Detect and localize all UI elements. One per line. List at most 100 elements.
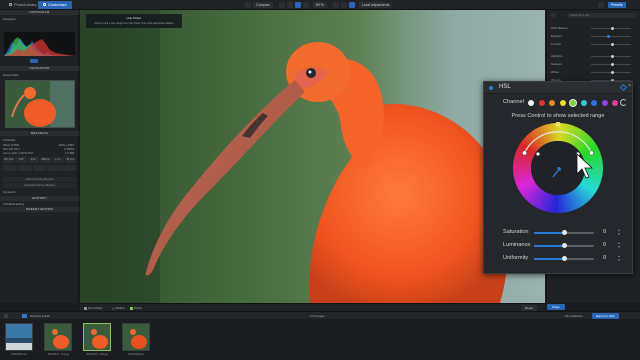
mask-icon[interactable]: [349, 2, 355, 8]
right-row-3[interactable]: Highlights: [551, 54, 637, 59]
thumbnail[interactable]: [5, 323, 33, 351]
channel-swatch[interactable]: [570, 100, 576, 106]
eye-icon[interactable]: [341, 2, 347, 8]
slider[interactable]: [591, 63, 631, 66]
slider-track[interactable]: [534, 230, 594, 235]
pin-icon[interactable]: [619, 83, 628, 92]
slider-knob[interactable]: [611, 43, 614, 46]
grid-view-icon[interactable]: [4, 314, 8, 318]
channel-swatch[interactable]: [612, 100, 618, 106]
star-icon[interactable]: [17, 165, 32, 171]
slider-value[interactable]: 0: [603, 242, 606, 248]
image-viewer[interactable]: Hue Picker Click to pick a hue range fro…: [80, 10, 545, 303]
tooltip-body: Click to pick a hue range from the photo…: [94, 21, 174, 25]
hsl-header[interactable]: HSL ×: [484, 82, 632, 94]
slider-knob[interactable]: [607, 35, 610, 38]
toggle-icon[interactable]: [489, 86, 493, 90]
zoom-select[interactable]: 60 %: [313, 2, 327, 8]
crop-icon[interactable]: [303, 2, 309, 8]
histogram-mode-button[interactable]: [30, 59, 38, 63]
color-label-icon[interactable]: [62, 165, 76, 171]
channel-swatch[interactable]: [591, 100, 597, 106]
star-icon[interactable]: [32, 165, 47, 171]
rotate-right-icon[interactable]: [287, 2, 293, 8]
grid-icon[interactable]: [333, 2, 339, 8]
slider[interactable]: [591, 43, 631, 46]
copyright-field[interactable]: Copyright Anthony Mcguire: [3, 183, 76, 188]
slider-knob[interactable]: [561, 230, 567, 235]
tool-search-input[interactable]: Search for a tool: [567, 13, 637, 18]
fit-icon[interactable]: [295, 2, 301, 8]
rotate-left-icon[interactable]: [279, 2, 285, 8]
slider-knob[interactable]: [611, 27, 614, 30]
customize-icon: [43, 3, 46, 7]
hue-wheel[interactable]: [512, 122, 604, 214]
tool-icon[interactable]: [551, 13, 556, 18]
split-view-icon[interactable]: [245, 2, 251, 8]
stepper-icon[interactable]: ▲ ▼: [616, 254, 622, 262]
stepper-icon[interactable]: ▲ ▼: [616, 241, 622, 249]
navigator-header[interactable]: NAVIGATION: [0, 66, 79, 71]
histogram-header[interactable]: HISTOGRAM: [0, 10, 79, 15]
range-handle[interactable]: [522, 150, 527, 156]
slider-value[interactable]: 0: [603, 229, 606, 235]
meta-tab[interactable]: 1/15: [15, 157, 27, 163]
slider-track[interactable]: [534, 243, 594, 248]
histogram-graph: [4, 37, 75, 56]
metadata-header[interactable]: METADATA: [0, 131, 79, 136]
history-header[interactable]: HISTORY: [0, 196, 79, 201]
stepper-icon[interactable]: ▲ ▼: [616, 228, 622, 236]
right-row-5[interactable]: Whites: [551, 70, 637, 75]
slider-value[interactable]: 0: [603, 255, 606, 261]
thumbnail-selected[interactable]: [83, 323, 111, 351]
meta-tab[interactable]: f/4.0: [27, 157, 39, 163]
tab-photolibrary[interactable]: PhotoLibrary: [4, 1, 42, 9]
channel-swatch[interactable]: [601, 100, 608, 106]
channel-swatch[interactable]: [528, 100, 534, 106]
slider-knob[interactable]: [561, 243, 567, 248]
right-row-1[interactable]: Exposure: [551, 34, 637, 39]
presets-button[interactable]: Presets: [608, 2, 626, 8]
reject-icon[interactable]: [3, 165, 17, 171]
hsl-title: HSL: [499, 84, 511, 90]
channel-swatch[interactable]: [549, 100, 555, 106]
reset-icon[interactable]: [620, 99, 627, 106]
slider-knob[interactable]: [611, 55, 614, 58]
range-handle[interactable]: [536, 152, 540, 156]
slider[interactable]: [591, 27, 631, 30]
meta-tab[interactable]: 30 mm: [64, 157, 76, 163]
flag-icon[interactable]: [47, 165, 62, 171]
right-row-0[interactable]: White Balance: [551, 26, 637, 31]
channel-swatch[interactable]: [559, 100, 566, 106]
keywords-label[interactable]: Keywords: [3, 190, 15, 194]
local-adjustments-button[interactable]: Local adjustments: [359, 2, 393, 8]
range-handle[interactable]: [555, 122, 561, 127]
slider[interactable]: [591, 35, 631, 38]
right-row-4[interactable]: Shadows: [551, 62, 637, 67]
slider[interactable]: [591, 55, 631, 58]
close-button[interactable]: Close: [547, 304, 565, 310]
channel-swatch[interactable]: [538, 100, 545, 106]
right-row-2[interactable]: Contrast: [551, 42, 637, 47]
slider-track[interactable]: [534, 256, 594, 261]
author-field[interactable]: Author Anthony Mcguire: [3, 177, 76, 182]
tab-customize[interactable]: Customize: [38, 1, 72, 9]
close-icon[interactable]: ×: [628, 83, 631, 89]
slider-knob[interactable]: [611, 63, 614, 66]
range-handle[interactable]: [589, 150, 594, 156]
navigator-thumbnail[interactable]: [5, 80, 75, 128]
meta-tab[interactable]: 450mm: [39, 157, 52, 163]
meta-tab[interactable]: 1.5 x: [52, 157, 64, 163]
thumbnail[interactable]: [44, 323, 72, 351]
slider[interactable]: [591, 71, 631, 74]
slider-knob[interactable]: [611, 71, 614, 74]
preset-editor-header[interactable]: PRESET EDITOR: [0, 207, 79, 212]
channel-swatch[interactable]: [580, 100, 587, 106]
thumbnail[interactable]: [122, 323, 150, 351]
slider-knob[interactable]: [561, 256, 567, 261]
undo-icon[interactable]: [598, 2, 604, 8]
history-item[interactable]: Individual Editing: [3, 202, 24, 206]
meta-tab[interactable]: ISO 100: [3, 157, 15, 163]
top-bar: PhotoLibrary Customize Compare 60 % Loca…: [0, 0, 640, 10]
compare-button[interactable]: Compare: [253, 2, 273, 8]
